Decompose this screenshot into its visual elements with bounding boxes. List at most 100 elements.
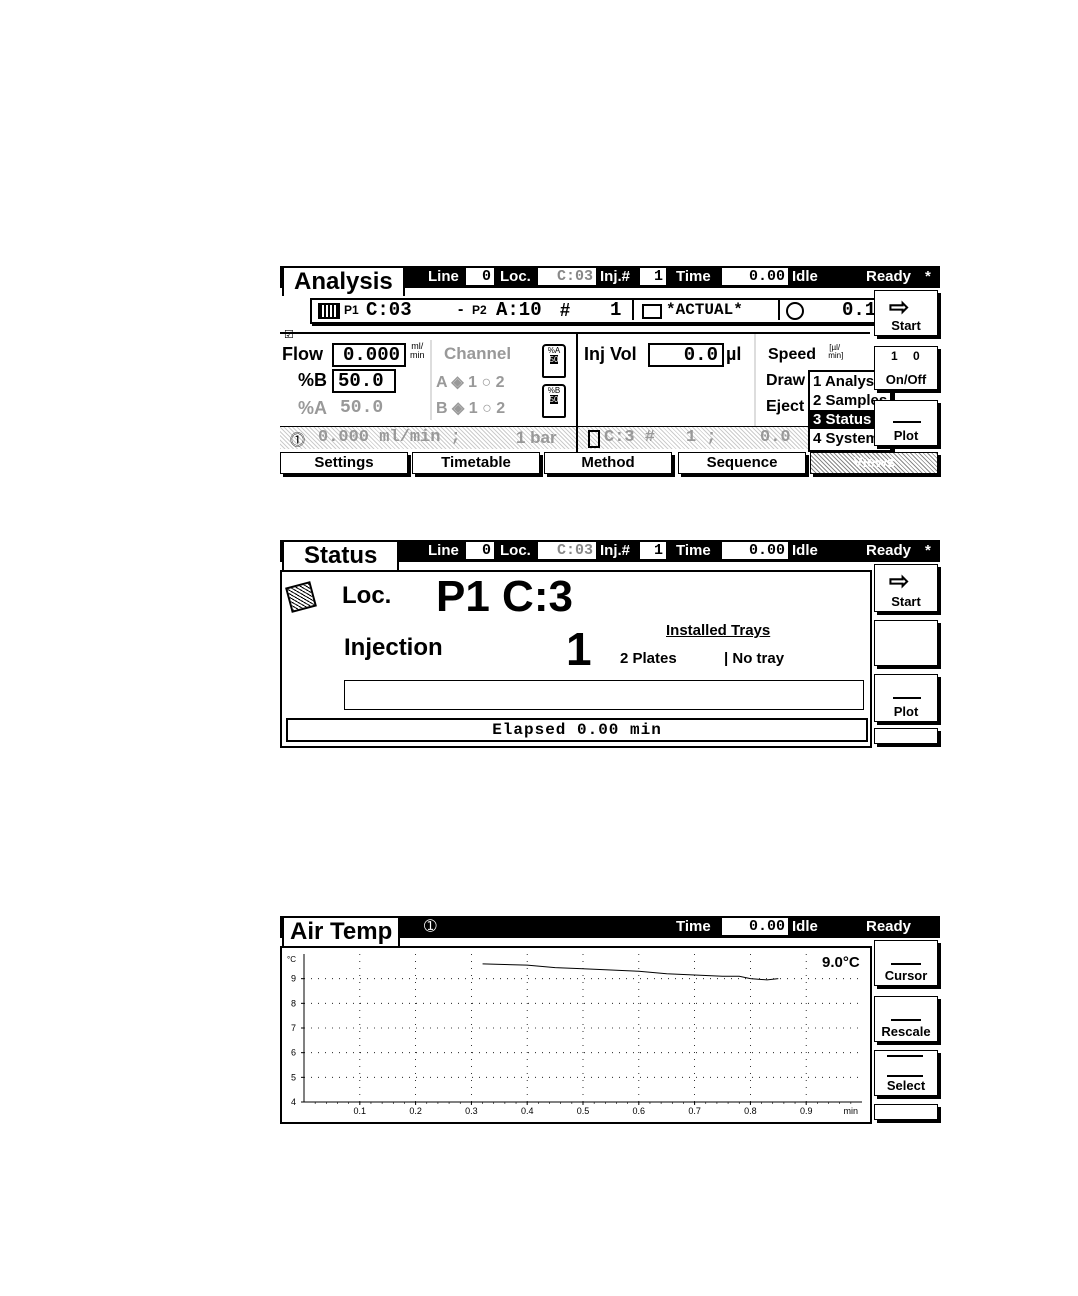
- y-tick-label: 8: [291, 998, 296, 1008]
- line-label: Line: [428, 542, 459, 559]
- tab-method[interactable]: Method: [544, 452, 672, 474]
- y-tick-label: 7: [291, 1023, 296, 1033]
- bottle-a-icon: %A 50: [542, 344, 566, 378]
- tab-views[interactable]: Views: [810, 452, 938, 474]
- analysis-tab-bar: Settings Timetable Method Sequence Views: [280, 452, 940, 474]
- on-one-label: 1: [891, 349, 898, 363]
- start-button[interactable]: ⇨ Start: [874, 290, 938, 336]
- select-button[interactable]: Select: [874, 1050, 938, 1096]
- x-tick-label: 0.7: [688, 1106, 701, 1116]
- injector-status-text: C:3 #: [604, 428, 656, 447]
- chan-b: B: [436, 400, 448, 417]
- start-button[interactable]: ⇨ Start: [874, 564, 938, 612]
- plot-button[interactable]: Plot: [874, 400, 938, 446]
- time-label: Time: [676, 918, 711, 935]
- channel-b-row[interactable]: B ◈ 1 ○ 2: [436, 398, 505, 418]
- loc-value: C:03: [538, 268, 596, 285]
- on-zero-label: 0: [913, 349, 920, 363]
- time-value: 0.00: [722, 268, 788, 285]
- injector-status-val: 0.0: [760, 428, 791, 447]
- method-icon: [642, 304, 662, 319]
- start-label: Start: [891, 318, 921, 333]
- chan-a-two: 2: [495, 374, 505, 391]
- idle-status: Idle: [792, 542, 818, 559]
- tab-sequence[interactable]: Sequence: [678, 452, 806, 474]
- analysis-panel: Line 0 Loc. C:03 Inj.# 1 Time 0.00 Idle …: [280, 266, 940, 474]
- divider: [430, 340, 432, 420]
- inj-value: 1: [640, 268, 666, 285]
- injection-label: Injection: [344, 634, 443, 661]
- injection-value: 1: [566, 623, 592, 675]
- speed-unit-bot: min: [828, 351, 842, 360]
- status-panel: Line 0 Loc. C:03 Inj.# 1 Time 0.00 Idle …: [280, 540, 940, 748]
- flow-field[interactable]: 0.000: [332, 343, 406, 367]
- plot-button[interactable]: Plot: [874, 674, 938, 722]
- ready-status: Ready: [866, 542, 912, 559]
- inj-label: Inj.#: [600, 268, 631, 285]
- status-content: Loc. P1 C:3 Injection 1 Installed Trays …: [280, 570, 872, 748]
- y-tick-label: 9: [291, 974, 296, 984]
- pump-section[interactable]: Flow 0.000 ml/min %B 50.0 %A 50.0 Channe…: [280, 334, 578, 452]
- info-row: P1 C:03 - P2 A:10 # 1 *ACTUAL* 0.10: [310, 298, 888, 324]
- bottle-a-label: %A: [547, 346, 561, 355]
- onoff-button[interactable]: 1 0 On/Off: [874, 346, 938, 390]
- pressure-text: 1 bar: [516, 428, 557, 447]
- inj-label: Inj.#: [600, 542, 631, 559]
- tab-settings[interactable]: Settings: [280, 452, 408, 474]
- tab-timetable[interactable]: Timetable: [412, 452, 540, 474]
- injector-section[interactable]: Inj Vol 0.0 µl C:3 # 1 ; 0.0: [578, 334, 818, 452]
- channel-a-row[interactable]: A ◈ 1 ○ 2: [436, 372, 505, 392]
- y-tick-label: 6: [291, 1048, 296, 1058]
- chan-b-two: 2: [496, 400, 506, 417]
- blank-button[interactable]: [874, 1104, 938, 1120]
- time-label: Time: [676, 268, 711, 285]
- timer-icon: [786, 302, 804, 320]
- pcta-value: 50.0: [340, 398, 384, 418]
- select-label: Select: [886, 1078, 926, 1093]
- pctb-field[interactable]: 50.0: [332, 369, 396, 393]
- airtemp-panel: ➀ Time 0.00 Idle Ready Air Temp 4 5 6 7 8 9 °C…: [280, 916, 940, 1124]
- plot-icon: [893, 405, 921, 423]
- blank-button[interactable]: [874, 620, 938, 666]
- y-tick-label: 5: [291, 1072, 296, 1082]
- divider: [632, 298, 634, 320]
- inj-value: 1: [640, 542, 666, 559]
- current-temp: 9.0°C: [822, 954, 860, 971]
- flow-unit: ml/min: [410, 342, 425, 360]
- no-tray-label: | No tray: [724, 650, 785, 667]
- loc-label-large: Loc.: [342, 582, 392, 609]
- plot-icon: [893, 681, 921, 699]
- cursor-button[interactable]: Cursor: [874, 940, 938, 986]
- bottle-b-icon: %B 50: [542, 384, 566, 418]
- x-tick-label: 0.5: [577, 1106, 590, 1116]
- eject-label: Eject: [766, 398, 805, 415]
- rescale-button[interactable]: Rescale: [874, 996, 938, 1042]
- channel-one-icon: ➀: [424, 918, 437, 935]
- blank-button[interactable]: [874, 728, 938, 744]
- actual-method: *ACTUAL*: [666, 301, 743, 319]
- p2-value: A:10: [496, 299, 542, 321]
- time-value: 0.00: [722, 918, 788, 935]
- x-tick-label: 0.8: [744, 1106, 757, 1116]
- tray-icon: [285, 581, 317, 613]
- ready-star: *: [925, 542, 931, 559]
- divider: [778, 298, 780, 320]
- hash-label: #: [560, 300, 571, 320]
- bottle-b-value: 50: [549, 395, 559, 404]
- cursor-label: Cursor: [884, 968, 928, 983]
- pctb-label: %B: [298, 370, 328, 390]
- pressure-icon: ⓵: [290, 432, 306, 449]
- injvol-label: Inj Vol: [584, 344, 637, 364]
- x-tick-label: 0.6: [633, 1106, 646, 1116]
- plates-label: 2 Plates: [620, 650, 677, 667]
- onoff-label: On/Off: [885, 372, 927, 387]
- injector-status-num: 1 ;: [686, 428, 717, 447]
- injector-status-bar: C:3 # 1 ; 0.0: [578, 426, 818, 449]
- message-box: [344, 680, 864, 710]
- loc-value: C:03: [538, 542, 596, 559]
- injvol-unit: µl: [726, 344, 742, 364]
- status-title: Status: [282, 540, 400, 570]
- vial-icon: [588, 430, 600, 448]
- injvol-field[interactable]: 0.0: [648, 343, 724, 367]
- x-tick-label: 0.9: [800, 1106, 813, 1116]
